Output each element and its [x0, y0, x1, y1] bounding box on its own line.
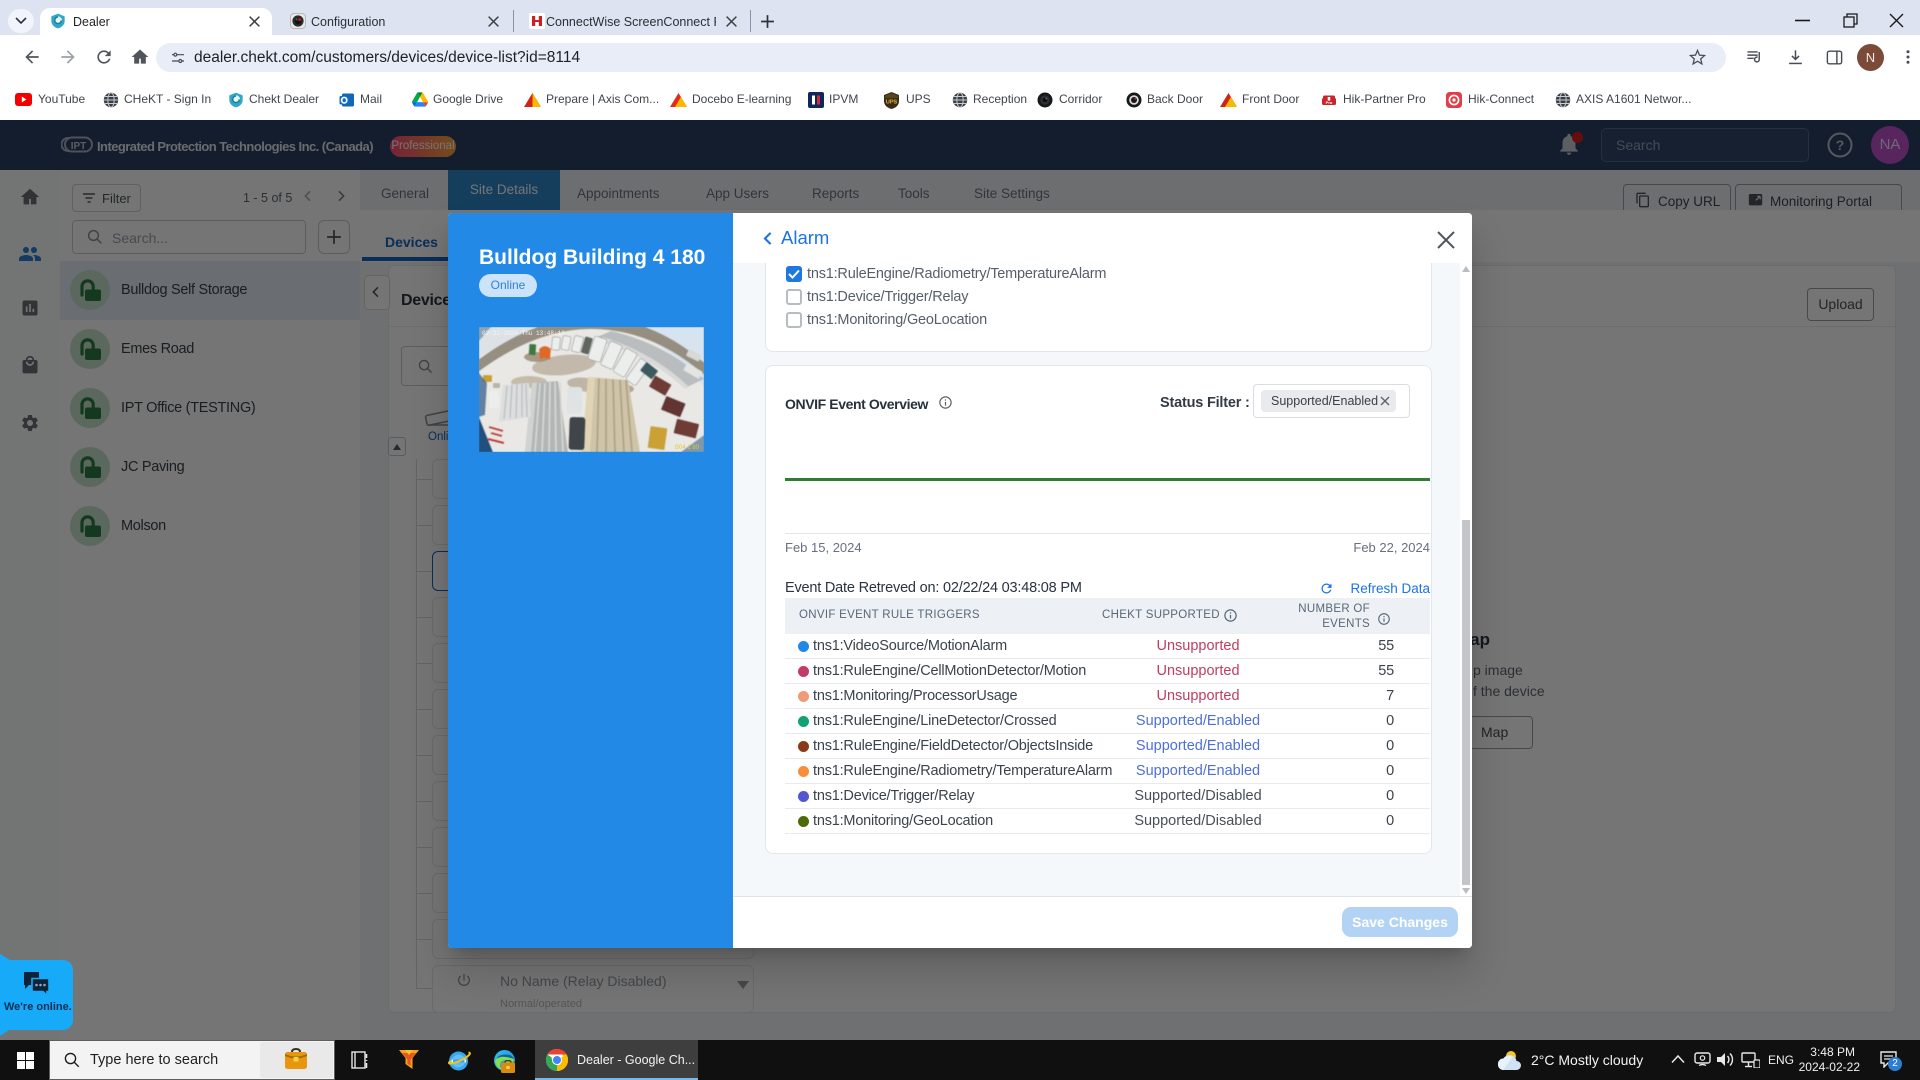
svg-text:Pro: Pro [1326, 100, 1333, 105]
svg-text:UPS: UPS [886, 100, 898, 106]
svg-text:B04 1 80: B04 1 80 [675, 445, 700, 451]
svg-text:02-22-2024 Thu 13:48:12: 02-22-2024 Thu 13:48:12 [482, 330, 565, 337]
